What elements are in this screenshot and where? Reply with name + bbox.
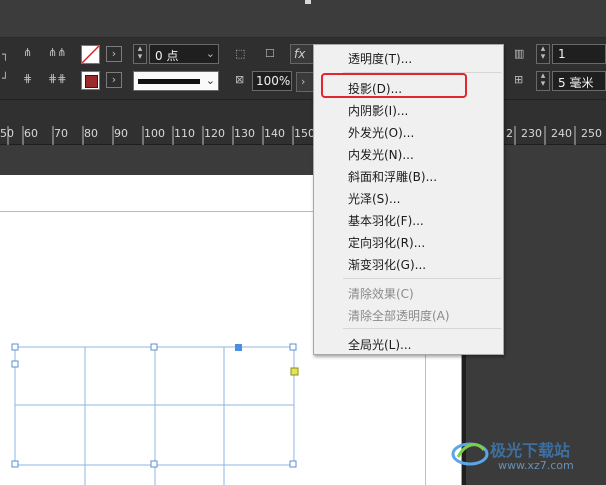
menu-item-inner-shadow[interactable]: 内阴影(I)... (348, 102, 408, 119)
selection-handle[interactable] (235, 344, 242, 351)
menu-item-directional-feather[interactable]: 定向羽化(R)... (348, 234, 425, 251)
no-fill-icon (81, 45, 100, 64)
columns-stepper[interactable]: ▴ ▾ (536, 44, 550, 64)
effects-arrow-button[interactable]: › (296, 72, 314, 92)
align-top-icon[interactable]: ⋔ (23, 46, 32, 60)
ruler-label-110: 110 (174, 127, 195, 140)
menu-item-outer-glow[interactable]: 外发光(O)... (348, 124, 414, 141)
menu-item-transparency[interactable]: 透明度(T)... (348, 50, 412, 67)
corner-option-icon-2: ┘ (2, 72, 9, 85)
stroke-color-chip (85, 75, 98, 88)
frame-fitting-icon[interactable]: ⬚ (235, 47, 245, 61)
watermark-logo-icon (451, 442, 489, 466)
ruler-label-80: 80 (84, 127, 98, 140)
opacity-value: 100% (256, 74, 291, 88)
gutter-value: 5 毫米 (558, 76, 594, 90)
chevron-down-icon: ⌄ (205, 47, 215, 60)
ruler-label-130: 130 (234, 127, 255, 140)
menu-item-bevel-emboss[interactable]: 斜面和浮雕(B)... (348, 168, 437, 185)
ruler-label-100: 100 (144, 127, 165, 140)
chevron-right-icon: › (301, 75, 306, 88)
ruler-label-150: 150 (294, 127, 315, 140)
gutter-icon: ⊞ (514, 73, 524, 86)
gutter-stepper[interactable]: ▴ ▾ (536, 71, 550, 91)
fx-icon: fx (294, 47, 306, 61)
menu-item-satin[interactable]: 光泽(S)... (348, 190, 400, 207)
overflow-handle[interactable] (290, 367, 299, 376)
menu-item-gradient-feather[interactable]: 渐变羽化(G)... (348, 256, 426, 273)
chevron-down-icon-2: ⌄ (205, 74, 215, 87)
opacity-icon: ⊠ (235, 73, 245, 86)
ruler-label-250: 250 (581, 127, 602, 140)
distribute-icon[interactable]: ⋔⋔ (48, 46, 66, 60)
ruler-fragment-right: 2 (506, 127, 513, 140)
top-title-strip (0, 0, 606, 38)
fill-swatch-none[interactable] (81, 45, 100, 64)
ruler-label-120: 120 (204, 127, 225, 140)
ruler-label-240: 240 (551, 127, 572, 140)
menu-item-basic-feather[interactable]: 基本羽化(F)... (348, 212, 424, 229)
stroke-style-preview (138, 79, 200, 84)
corner-option-icon: ┐ (2, 48, 9, 61)
control-panel: ┐ ┘ ⋔ ⋔⋔ ⋕ ⋕⋕ › › ▴ ▾ 0 点 ⌄ ⌄ ⬚ ☐ ⊠ 100% … (0, 38, 606, 100)
menu-item-clear-effects: 清除效果(C) (348, 287, 414, 301)
selected-table-frame[interactable] (0, 330, 330, 485)
columns-icon: ▥ (514, 47, 525, 60)
ruler-fragment-left: 50 (0, 127, 14, 140)
ruler-label-70: 70 (54, 127, 68, 140)
menu-item-global-light[interactable]: 全局光(L)... (348, 336, 412, 353)
stroke-weight-stepper[interactable]: ▴ ▾ (133, 44, 147, 64)
stroke-menu-button[interactable]: › (106, 72, 122, 88)
ruler-label-230: 230 (521, 127, 542, 140)
fill-menu-button[interactable]: › (106, 46, 122, 62)
menu-item-inner-glow[interactable]: 内发光(N)... (348, 146, 414, 163)
menu-separator-3 (343, 328, 501, 329)
menu-separator-2 (343, 278, 501, 279)
drop-shadow-toggle-icon[interactable]: ☐ (265, 47, 275, 61)
fx-button[interactable]: fx (290, 44, 314, 64)
annotation-highlight (321, 73, 467, 98)
align-bottom-icon[interactable]: ⋕ (23, 72, 32, 86)
ruler-label-90: 90 (114, 127, 128, 140)
columns-field[interactable]: 1 (552, 44, 606, 64)
ruler-label-140: 140 (264, 127, 285, 140)
stroke-weight-field[interactable]: 0 点 ⌄ (149, 44, 219, 64)
columns-value: 1 (558, 47, 566, 61)
menu-item-clear-all-transparency: 清除全部透明度(A) (348, 309, 450, 323)
distribute-vertical-icon[interactable]: ⋕⋕ (48, 72, 66, 86)
gutter-field[interactable]: 5 毫米 (552, 71, 606, 91)
opacity-field[interactable]: 100% (252, 71, 292, 91)
top-marker (305, 0, 311, 4)
stroke-swatch[interactable] (81, 71, 100, 90)
stroke-style-select[interactable]: ⌄ (133, 71, 219, 91)
stroke-weight-value: 0 点 (155, 49, 179, 63)
watermark-url: www.xz7.com (498, 459, 574, 472)
ruler-label-60: 60 (24, 127, 38, 140)
watermark-brand: 极光下载站 (490, 441, 571, 460)
